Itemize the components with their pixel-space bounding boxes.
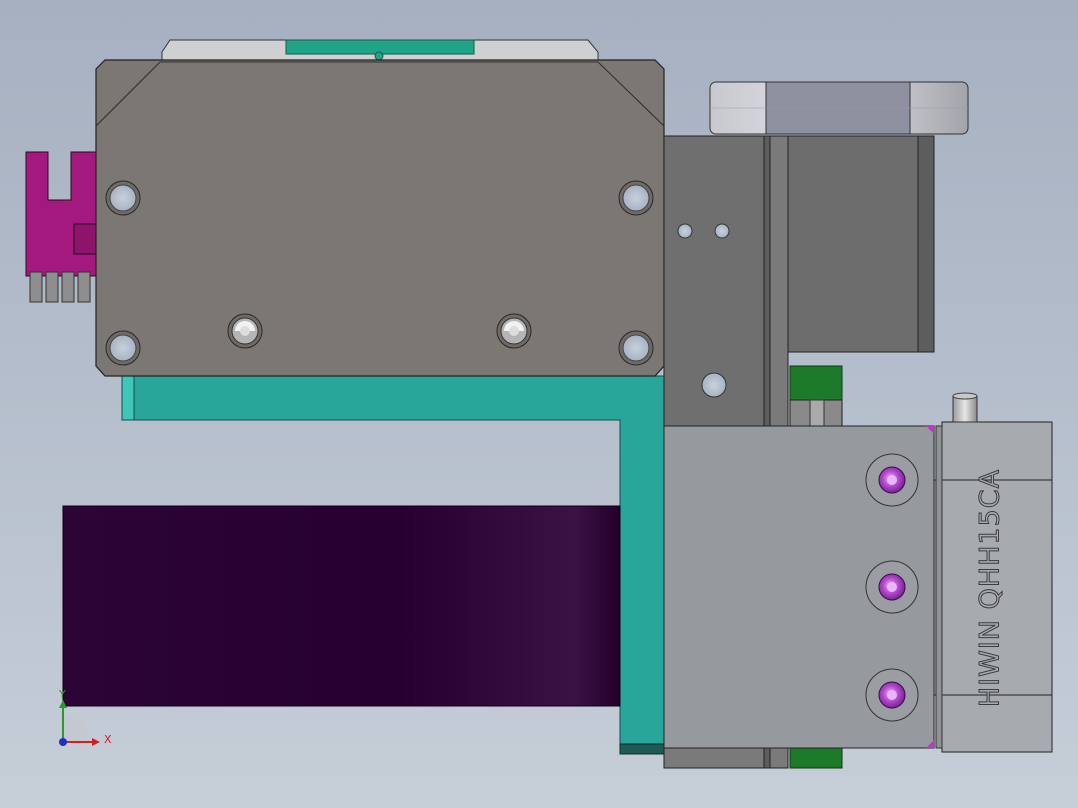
motor-mount-hole	[618, 180, 654, 216]
motor-screw	[227, 313, 263, 349]
rail-label-text: HIWIN QHH15CA	[974, 468, 1006, 707]
axis-x-label: X	[104, 733, 112, 746]
pulley[interactable]	[709, 81, 969, 135]
motor-screw	[496, 313, 532, 349]
motor-mount-hole	[105, 180, 141, 216]
rail-label: HIWIN QHH15CA	[940, 468, 1040, 707]
coordinate-triad	[59, 700, 100, 746]
carriage-block[interactable]	[663, 425, 935, 769]
hex-screw[interactable]	[865, 668, 919, 722]
cad-viewport[interactable]: HIWIN QHH15CA X Y	[0, 0, 1078, 808]
grease-nipple	[952, 392, 978, 423]
idler-housing[interactable]	[787, 135, 935, 353]
motor-mount-hole	[105, 330, 141, 366]
motor-mount-hole	[618, 330, 654, 366]
assembly-scene[interactable]	[0, 0, 1078, 808]
connector-magenta[interactable]	[25, 151, 97, 303]
hex-screw[interactable]	[865, 560, 919, 614]
motor-body[interactable]	[95, 59, 665, 377]
axis-y-label: Y	[59, 688, 66, 701]
belt[interactable]	[62, 505, 621, 707]
hex-screw[interactable]	[865, 453, 919, 507]
motor-top-cap	[161, 39, 599, 63]
